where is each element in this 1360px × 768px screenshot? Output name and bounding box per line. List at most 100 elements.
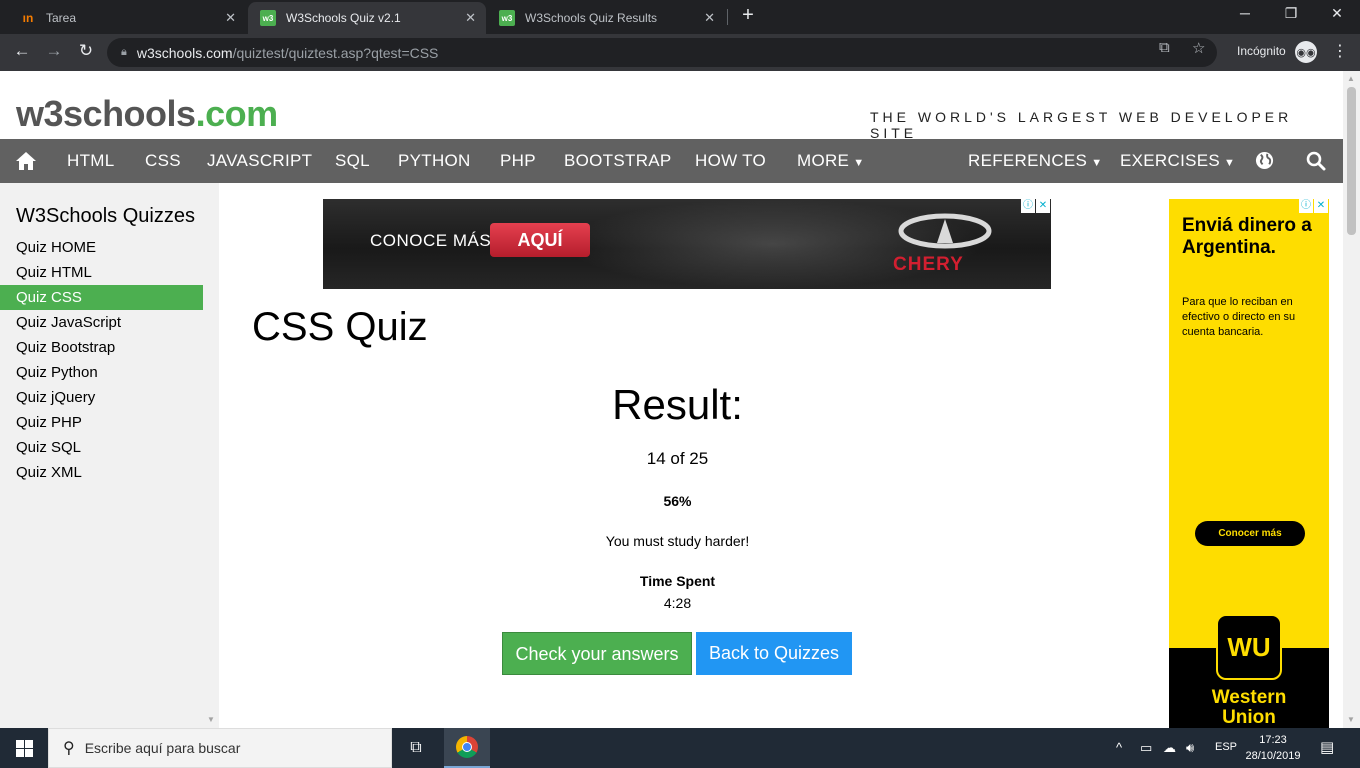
tab-tarea[interactable]: ın Tarea ✕ xyxy=(8,2,246,34)
ad-side-headline: Enviá dinero a Argentina. xyxy=(1182,215,1312,258)
nav-python[interactable]: PYTHON xyxy=(398,139,471,183)
url-path: /quiztest/quiztest.asp?qtest=CSS xyxy=(232,44,439,61)
ad-banner-chery[interactable]: CONOCE MÁS AQUÍ CHERY xyxy=(323,199,1051,289)
close-window-icon[interactable]: ✕ xyxy=(1327,5,1347,22)
nav-more-label: MORE xyxy=(797,151,850,170)
tab-quiz[interactable]: w3 W3Schools Quiz v2.1 ✕ xyxy=(248,2,486,34)
tab-title: Tarea xyxy=(46,11,77,25)
time-spent-value: 4:28 xyxy=(663,595,692,611)
scrollbar-thumb[interactable] xyxy=(1347,87,1356,235)
tray-chevron-icon[interactable]: ^ xyxy=(1116,740,1122,755)
address-bar[interactable]: 🔒︎ w3schools.com/quiztest/quiztest.asp?q… xyxy=(107,38,1217,67)
caret-down-icon: ▼ xyxy=(853,157,865,169)
volume-icon[interactable]: 🔊︎ xyxy=(1186,740,1194,756)
sidebar-title: W3Schools Quizzes xyxy=(16,205,195,227)
taskbar-clock[interactable]: 17:23 28/10/2019 xyxy=(1240,732,1306,764)
windows-start-icon[interactable] xyxy=(0,728,48,768)
nav-bootstrap[interactable]: BOOTSTRAP xyxy=(564,139,672,183)
home-icon[interactable] xyxy=(15,139,37,183)
nav-references[interactable]: REFERENCES ▼ xyxy=(968,139,1102,183)
w3schools-favicon-icon: w3 xyxy=(260,10,276,26)
forward-icon[interactable]: → xyxy=(43,41,65,61)
network-icon[interactable]: ▭ xyxy=(1140,740,1152,756)
ad-side-brand-line2: Union xyxy=(1222,707,1276,728)
ad-side-body: Para que lo reciban en efectivo o direct… xyxy=(1182,296,1296,338)
ad-banner-button[interactable]: AQUÍ xyxy=(490,223,590,257)
sidebar-item-quiz-html[interactable]: Quiz HTML xyxy=(0,260,203,285)
w3schools-logo[interactable]: w3schools.com xyxy=(16,93,278,135)
check-answers-button[interactable]: Check your answers xyxy=(502,632,692,675)
sidebar-item-quiz-php[interactable]: Quiz PHP xyxy=(0,410,203,435)
ad-close-icon[interactable]: ✕ xyxy=(1314,199,1328,213)
back-icon[interactable]: ← xyxy=(11,41,33,61)
sidebar-item-quiz-home[interactable]: Quiz HOME xyxy=(0,235,203,260)
minimize-icon[interactable]: ─ xyxy=(1235,5,1255,21)
task-view-icon[interactable]: ⧉ xyxy=(393,728,439,768)
sidebar-item-quiz-javascript[interactable]: Quiz JavaScript xyxy=(0,310,203,335)
nav-more[interactable]: MORE ▼ xyxy=(797,139,864,183)
sidebar-item-quiz-jquery[interactable]: Quiz jQuery xyxy=(0,385,203,410)
scroll-down-icon[interactable]: ▼ xyxy=(1347,715,1355,724)
page-scrollbar[interactable]: ▲ ▼ xyxy=(1343,71,1360,728)
new-tab-icon[interactable]: + xyxy=(738,4,758,27)
language-indicator[interactable]: ESP xyxy=(1215,741,1237,753)
back-to-quizzes-button[interactable]: Back to Quizzes xyxy=(696,632,852,675)
logo-suffix: .com xyxy=(195,93,279,134)
browser-toolbar: ← → ↻ 🔒︎ w3schools.com/quiztest/quiztest… xyxy=(0,34,1360,71)
chrome-taskbar-icon[interactable] xyxy=(444,728,490,768)
onedrive-cloud-icon[interactable]: ☁ xyxy=(1163,740,1176,756)
close-tab-icon[interactable]: ✕ xyxy=(465,10,476,26)
notification-center-icon[interactable]: ▤ xyxy=(1320,738,1334,756)
nav-how-to[interactable]: HOW TO xyxy=(695,139,766,183)
sidebar-item-quiz-python[interactable]: Quiz Python xyxy=(0,360,203,385)
sidebar-item-quiz-css[interactable]: Quiz CSS xyxy=(0,285,203,310)
clock-time: 17:23 xyxy=(1259,734,1287,746)
translate-icon[interactable]: ⧉ xyxy=(1159,39,1170,56)
globe-icon[interactable] xyxy=(1255,139,1274,183)
incognito-icon[interactable]: ◉◉ xyxy=(1295,41,1317,63)
menu-kebab-icon[interactable]: ⋮ xyxy=(1332,41,1348,61)
adchoices-icon[interactable]: ⓘ xyxy=(1299,199,1313,213)
reload-icon[interactable]: ↻ xyxy=(75,41,97,61)
close-tab-icon[interactable]: ✕ xyxy=(704,10,715,26)
tab-quiz-results[interactable]: w3 W3Schools Quiz Results ✕ xyxy=(487,2,725,34)
chery-emblem-icon xyxy=(898,213,992,249)
caret-down-icon: ▼ xyxy=(1224,157,1236,169)
chrome-logo-icon xyxy=(456,736,478,758)
browser-tab-bar: ın Tarea ✕ w3 W3Schools Quiz v2.1 ✕ w3 W… xyxy=(0,0,1360,34)
ad-side-western-union[interactable]: Enviá dinero a Argentina. Para que lo re… xyxy=(1169,199,1329,728)
nav-javascript[interactable]: JAVASCRIPT xyxy=(207,139,312,183)
tab-separator xyxy=(727,9,728,25)
nav-exercises[interactable]: EXERCISES ▼ xyxy=(1120,139,1235,183)
tab-title: W3Schools Quiz v2.1 xyxy=(286,11,401,25)
close-tab-icon[interactable]: ✕ xyxy=(225,10,236,26)
tab-title: W3Schools Quiz Results xyxy=(525,11,658,25)
sidebar-scroll-down-icon[interactable]: ▼ xyxy=(207,715,215,724)
sidebar-item-quiz-sql[interactable]: Quiz SQL xyxy=(0,435,203,460)
main-navigation: HTML CSS JAVASCRIPT SQL PYTHON PHP BOOTS… xyxy=(0,139,1343,183)
adchoices-icon[interactable]: ⓘ xyxy=(1021,199,1035,213)
nav-html[interactable]: HTML xyxy=(67,139,114,183)
clock-date: 28/10/2019 xyxy=(1245,750,1301,762)
restore-icon[interactable]: ❐ xyxy=(1281,5,1301,22)
taskbar-search-input[interactable]: ⚲ Escribe aquí para buscar xyxy=(48,728,392,768)
ad-banner-brand: CHERY xyxy=(893,254,964,275)
nav-php[interactable]: PHP xyxy=(500,139,536,183)
windows-taskbar: ⚲ Escribe aquí para buscar ⧉ ^ ▭ ☁ 🔊︎ ES… xyxy=(0,728,1360,768)
sidebar-item-quiz-bootstrap[interactable]: Quiz Bootstrap xyxy=(0,335,203,360)
nav-css[interactable]: CSS xyxy=(145,139,181,183)
search-icon[interactable] xyxy=(1306,139,1326,183)
time-spent-label: Time Spent xyxy=(639,573,716,589)
ad-side-cta-button[interactable]: Conocer más xyxy=(1195,521,1305,546)
scroll-up-icon[interactable]: ▲ xyxy=(1347,74,1355,83)
sidebar-item-quiz-xml[interactable]: Quiz XML xyxy=(0,460,203,485)
bookmark-star-icon[interactable]: ☆ xyxy=(1192,39,1205,57)
page-title: CSS Quiz xyxy=(252,305,428,349)
ad-close-icon[interactable]: ✕ xyxy=(1036,199,1050,213)
url-host: w3schools.com xyxy=(136,44,233,61)
web-page: w3schools.com THE WORLD'S LARGEST WEB DE… xyxy=(0,71,1343,728)
nav-sql[interactable]: SQL xyxy=(335,139,370,183)
result-message: You must study harder! xyxy=(605,533,750,549)
nav-exercises-label: EXERCISES xyxy=(1120,151,1221,170)
search-icon: ⚲ xyxy=(63,740,75,757)
